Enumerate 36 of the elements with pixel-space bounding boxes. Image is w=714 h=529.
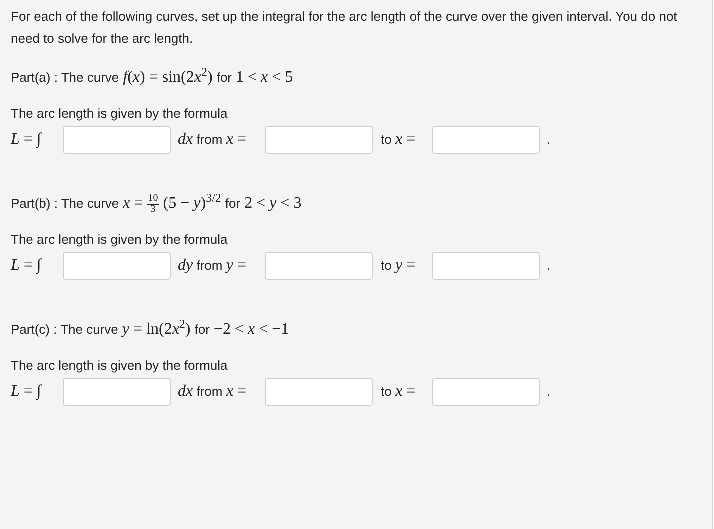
question-text: Part(a) : The curve f(x) = sin(2x$^{2}$) for 1 < x < 5: [11, 67, 294, 88]
to-label: to: [381, 384, 392, 399]
from-label: from: [196, 258, 223, 273]
variable-label: x =: [395, 383, 416, 400]
formula-label: The arc length is given by the formula: [11, 357, 228, 375]
differential-label: dx: [178, 383, 194, 400]
differential-label: dx: [178, 131, 194, 148]
formula-label: The arc length is given by the formula: [11, 231, 228, 249]
period-mark: .: [547, 383, 551, 402]
from-label: from: [196, 384, 223, 399]
answer-field[interactable]: [432, 126, 540, 154]
answer-field[interactable]: [432, 378, 540, 406]
answer-field[interactable]: [265, 252, 373, 280]
variable-label: y =: [226, 257, 246, 274]
period-mark: .: [547, 257, 551, 276]
variable-label: x =: [226, 383, 246, 400]
differential-label: dy: [178, 257, 194, 274]
integral-label: L = ∫: [11, 256, 43, 276]
answer-field[interactable]: [265, 378, 373, 406]
variable-label: x =: [226, 131, 246, 148]
answer-field[interactable]: [63, 378, 171, 406]
to-label: to: [381, 132, 392, 147]
instructions-text: For each of the following curves, set up the integral for the arc length of the curve over the given interval. You do not need to solve for the arc length.: [11, 8, 678, 48]
answer-field[interactable]: [63, 252, 171, 280]
integral-label: L = ∫: [11, 130, 43, 150]
from-label: from: [196, 132, 223, 147]
formula-label: The arc length is given by the formula: [11, 105, 228, 123]
period-mark: .: [547, 131, 551, 150]
answer-field[interactable]: [63, 126, 171, 154]
integral-label: L = ∫: [11, 382, 43, 402]
answer-field[interactable]: [265, 126, 373, 154]
variable-label: x =: [395, 131, 416, 148]
answer-field[interactable]: [432, 252, 540, 280]
variable-label: y =: [395, 257, 416, 274]
question-text: Part(c) : The curve y = ln(2x$^{2}$) for −2 < x < −1: [11, 319, 290, 340]
to-label: to: [381, 258, 392, 273]
